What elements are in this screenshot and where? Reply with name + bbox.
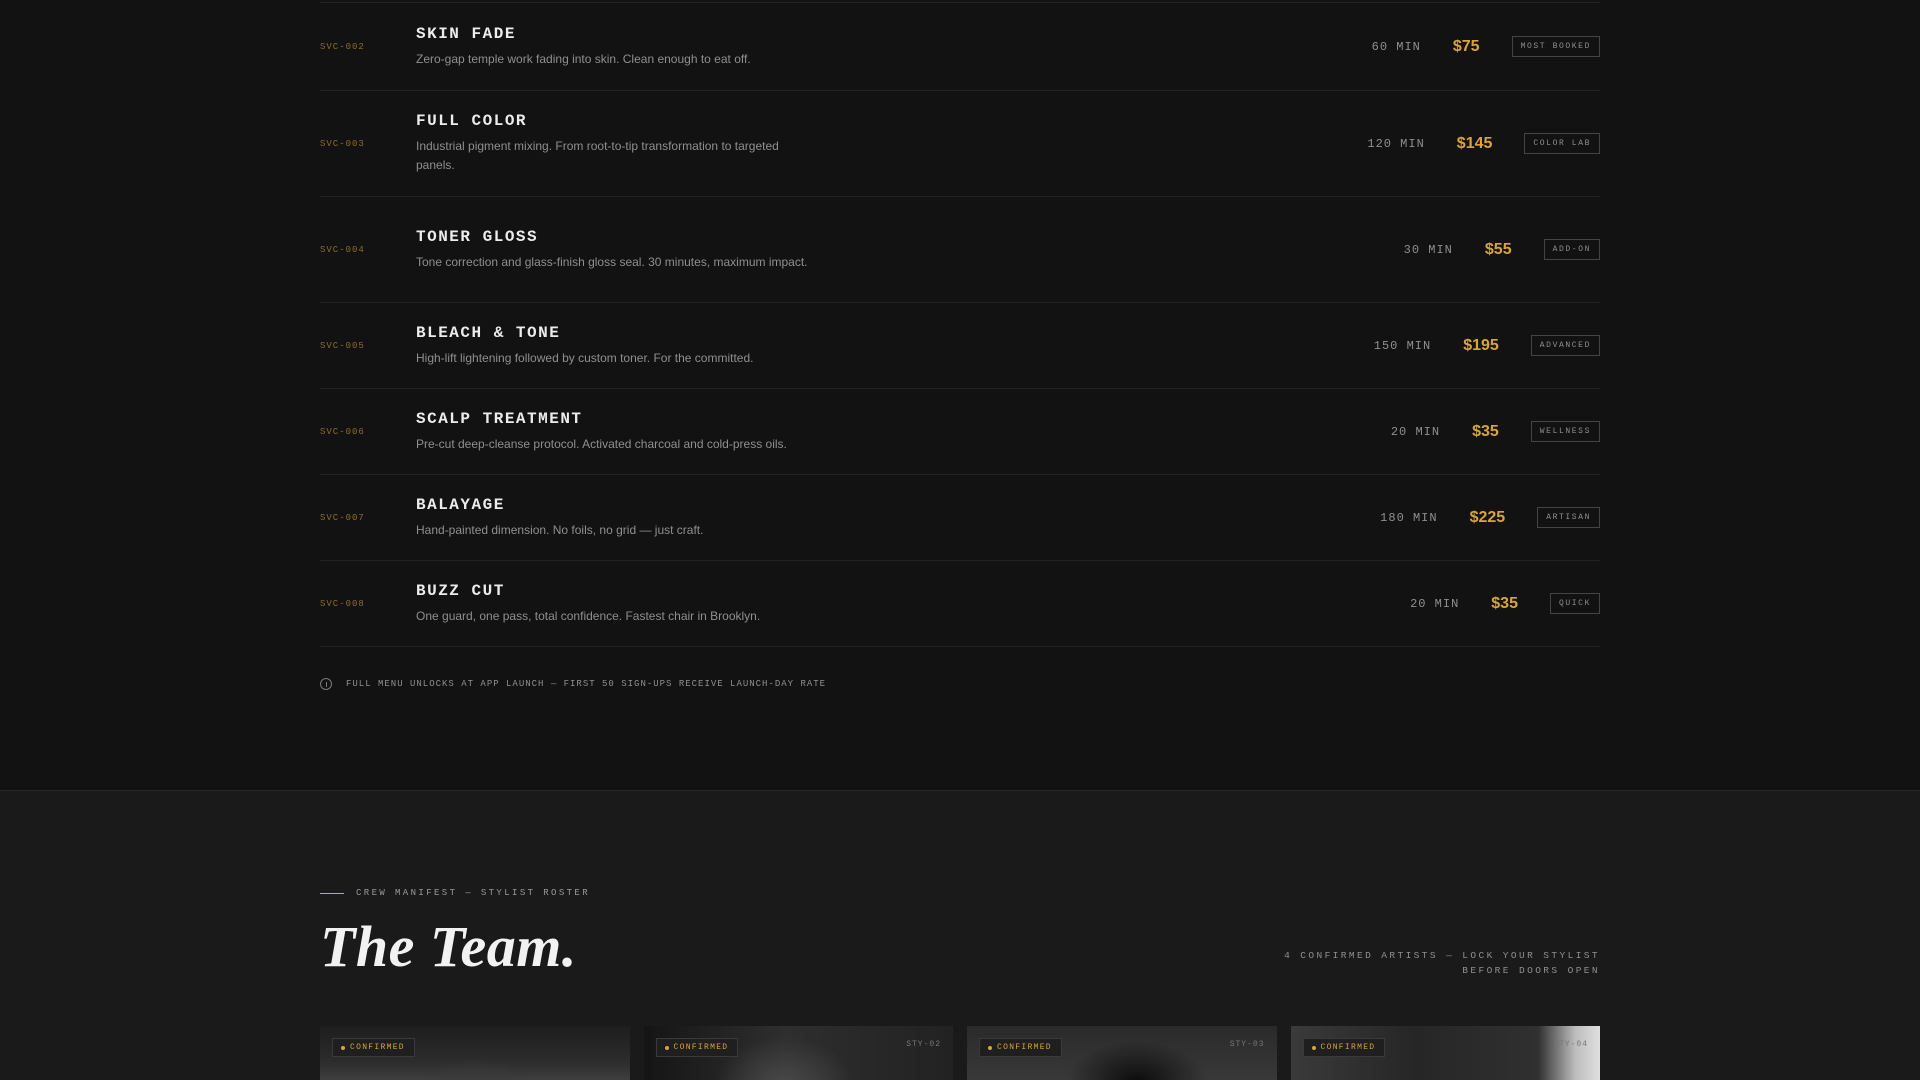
status-dot-icon [988,1045,992,1050]
team-caption: 4 CONFIRMED ARTISTS — LOCK YOUR STYLIST … [1284,950,1600,976]
stylist-card-1[interactable]: CONFIRMED [320,1026,630,1080]
service-duration: 120 MIN [1367,136,1425,151]
info-icon [320,678,332,690]
status-badge: CONFIRMED [1302,1038,1386,1057]
service-description: Zero-gap temple work fading into skin. C… [416,51,751,66]
service-row-balayage[interactable]: SVC-007 BALAYAGE Hand-painted dimension.… [320,475,1600,561]
service-row-toner-gloss[interactable]: SVC-004 TONER GLOSS Tone correction and … [320,197,1600,303]
services-menu-section: SVC-002 SKIN FADE Zero-gap temple work f… [0,0,1920,790]
service-duration: 180 MIN [1380,510,1438,525]
service-row-bleach-tone[interactable]: SVC-005 BLEACH & TONE High-lift lighteni… [320,303,1600,389]
service-description: Tone correction and glass-finish gloss s… [416,254,808,269]
stylist-cards: CONFIRMED CONFIRMED STY-02 CONFIRMED STY… [320,1026,1600,1080]
service-description: Industrial pigment mixing. From root-to-… [416,139,779,172]
service-meta: 20 MIN $35 WELLNESS [1391,421,1600,442]
service-price: $225 [1469,508,1506,526]
service-badge: MOST BOOKED [1511,36,1600,57]
status-text: CONFIRMED [997,1043,1052,1052]
service-name: FULL COLOR [416,112,528,130]
stylist-card-4[interactable]: CONFIRMED STY-04 [1290,1026,1600,1080]
service-info: TONER GLOSS Tone correction and glass-fi… [416,228,1404,272]
service-name: SCALP TREATMENT [416,409,583,428]
status-dot-icon [664,1045,669,1050]
service-meta: 30 MIN $55 ADD-ON [1404,239,1600,260]
service-meta: 180 MIN $225 ARTISAN [1380,507,1600,528]
service-name: BLEACH & TONE [416,323,561,342]
service-description: High-lift lightening followed by custom … [416,350,754,365]
service-code: SVC-007 [320,512,365,523]
service-name: BUZZ CUT [416,581,505,600]
service-badge: ADD-ON [1543,239,1600,260]
service-meta: 150 MIN $195 ADVANCED [1374,335,1600,356]
service-code: SVC-003 [320,138,365,149]
status-text: CONFIRMED [350,1043,405,1052]
service-info: BLEACH & TONE High-lift lightening follo… [416,324,1374,368]
service-duration: 150 MIN [1373,338,1432,353]
service-price: $35 [1491,594,1518,612]
service-row-skin-fade[interactable]: SVC-002 SKIN FADE Zero-gap temple work f… [320,3,1600,91]
status-dot-icon [1311,1045,1316,1050]
status-text: CONFIRMED [673,1043,729,1052]
service-duration: 20 MIN [1410,596,1460,611]
service-code: SVC-005 [320,340,365,351]
team-title: The Team. [320,914,577,979]
service-info: SCALP TREATMENT Pre-cut deep-cleanse pro… [416,410,1391,454]
service-duration: 20 MIN [1390,424,1441,439]
service-badge: WELLNESS [1530,421,1600,442]
service-code: SVC-004 [320,244,365,255]
service-meta: 120 MIN $145 COLOR LAB [1367,133,1600,154]
status-text: CONFIRMED [1320,1043,1376,1052]
status-badge: CONFIRMED [332,1038,415,1057]
eyebrow-accent-line [320,892,344,894]
service-badge: QUICK [1549,593,1600,614]
service-badge: COLOR LAB [1524,133,1600,154]
service-description: One guard, one pass, total confidence. F… [416,608,761,623]
service-name: TONER GLOSS [416,227,539,246]
service-price: $75 [1452,37,1480,55]
service-duration: 60 MIN [1371,39,1421,54]
service-name: SKIN FADE [416,24,516,43]
service-row-full-color[interactable]: SVC-003 FULL COLOR Industrial pigment mi… [320,91,1600,197]
service-description: Pre-cut deep-cleanse protocol. Activated… [416,436,787,451]
stylist-code: STY-04 [1553,1040,1588,1049]
stylist-code: STY-03 [1229,1040,1265,1049]
stylist-code: STY-02 [906,1040,941,1049]
service-duration: 30 MIN [1403,242,1453,257]
service-row-scalp-treatment[interactable]: SVC-006 SCALP TREATMENT Pre-cut deep-cle… [320,389,1600,475]
stylist-card-2[interactable]: CONFIRMED STY-02 [643,1026,953,1080]
service-info: SKIN FADE Zero-gap temple work fading in… [416,25,1372,69]
service-badge: ARTISAN [1537,507,1600,528]
status-badge: CONFIRMED [979,1038,1062,1057]
service-price: $55 [1484,240,1512,258]
service-name: BALAYAGE [416,495,505,514]
menu-note-text: FULL MENU UNLOCKS AT APP LAUNCH — FIRST … [346,679,827,689]
service-code: SVC-002 [320,41,365,52]
menu-note: FULL MENU UNLOCKS AT APP LAUNCH — FIRST … [320,678,826,690]
service-price: $35 [1472,422,1499,440]
service-meta: 60 MIN $75 MOST BOOKED [1372,36,1600,57]
service-code: SVC-008 [320,598,365,609]
status-dot-icon [341,1045,345,1050]
service-code: SVC-006 [320,426,365,437]
service-badge: ADVANCED [1530,335,1600,356]
service-meta: 20 MIN $35 QUICK [1410,593,1600,614]
service-info: BUZZ CUT One guard, one pass, total conf… [416,582,1410,626]
team-section: CREW MANIFEST — STYLIST ROSTER The Team.… [0,790,1920,1080]
services-list: SVC-002 SKIN FADE Zero-gap temple work f… [320,2,1600,647]
service-description: Hand-painted dimension. No foils, no gri… [416,522,704,537]
service-info: BALAYAGE Hand-painted dimension. No foil… [416,496,1380,540]
eyebrow-text: CREW MANIFEST — STYLIST ROSTER [356,888,591,898]
service-info: FULL COLOR Industrial pigment mixing. Fr… [416,112,1367,175]
service-row-buzz-cut[interactable]: SVC-008 BUZZ CUT One guard, one pass, to… [320,561,1600,647]
team-eyebrow: CREW MANIFEST — STYLIST ROSTER [320,888,590,898]
service-price: $145 [1456,134,1493,152]
stylist-card-3[interactable]: CONFIRMED STY-03 [967,1026,1277,1080]
status-badge: CONFIRMED [655,1038,739,1057]
service-price: $195 [1463,336,1499,354]
